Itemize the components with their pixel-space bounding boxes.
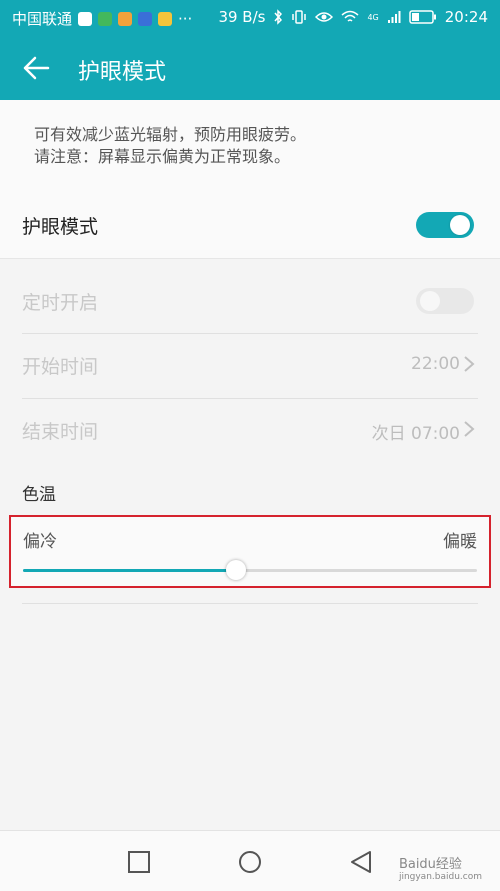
start-time-label: 开始时间 bbox=[22, 356, 99, 378]
recent-apps-icon[interactable] bbox=[126, 849, 152, 875]
notification-app-icon bbox=[118, 11, 133, 26]
carrier-name: 中国联通 bbox=[12, 10, 73, 28]
home-icon[interactable] bbox=[237, 849, 263, 875]
description-text: 可有效减少蓝光辐射，预防用眼疲劳。 请注意：屏幕显示偏黄为正常现象。 bbox=[34, 124, 306, 168]
wifi-icon bbox=[341, 10, 359, 22]
end-time-row[interactable]: 结束时间 次日 07:00 bbox=[0, 399, 500, 463]
status-bar: 中国联通 ··· 39 B/s 4G 20:24 bbox=[0, 0, 500, 36]
baidu-watermark: Baidu经验 jingyan.baidu.com bbox=[399, 853, 482, 882]
watermark-text: Baidu经验 bbox=[398, 857, 462, 872]
color-temperature-slider-track[interactable] bbox=[23, 560, 477, 580]
eye-mode-card: 可有效减少蓝光辐射，预防用眼疲劳。 请注意：屏幕显示偏黄为正常现象。 护眼模式 bbox=[0, 100, 500, 259]
navigation-bar: Baidu经验 jingyan.baidu.com bbox=[0, 830, 500, 891]
more-notifications-icon: ··· bbox=[178, 9, 193, 28]
end-time-value: 次日 07:00 bbox=[371, 424, 460, 444]
vibrate-icon bbox=[292, 10, 307, 24]
warm-label: 偏暖 bbox=[443, 532, 477, 552]
notification-app-icon bbox=[78, 11, 93, 26]
cool-label: 偏冷 bbox=[23, 532, 57, 552]
app-bar: 护眼模式 bbox=[0, 36, 500, 100]
back-arrow-icon[interactable] bbox=[22, 54, 50, 82]
bluetooth-icon bbox=[274, 9, 283, 25]
color-temperature-slider-panel: 偏冷 偏暖 bbox=[9, 515, 491, 588]
color-temperature-title: 色温 bbox=[22, 485, 56, 505]
notification-play-icon bbox=[158, 11, 173, 26]
eye-mode-toggle[interactable] bbox=[416, 212, 474, 238]
end-time-label: 结束时间 bbox=[22, 421, 99, 443]
slider-fill bbox=[23, 569, 237, 572]
description-line-2: 请注意：屏幕显示偏黄为正常现象。 bbox=[34, 147, 291, 166]
schedule-row[interactable]: 定时开启 bbox=[0, 270, 500, 334]
divider bbox=[22, 603, 478, 604]
network-speed: 39 B/s bbox=[218, 8, 266, 26]
slider-thumb[interactable] bbox=[226, 560, 247, 580]
schedule-toggle[interactable] bbox=[416, 288, 474, 314]
clock: 20:24 bbox=[444, 8, 488, 26]
page-title: 护眼模式 bbox=[78, 60, 167, 85]
notification-tv-icon bbox=[138, 11, 153, 26]
notification-video-icon bbox=[98, 11, 113, 26]
signal-label: 4G bbox=[367, 12, 379, 22]
toggle-knob bbox=[450, 215, 470, 235]
back-triangle-icon[interactable] bbox=[348, 849, 374, 875]
eye-comfort-icon bbox=[315, 12, 334, 22]
watermark-sub: jingyan.baidu.com bbox=[398, 872, 482, 882]
cellular-signal-icon bbox=[387, 11, 401, 23]
schedule-label: 定时开启 bbox=[22, 292, 99, 314]
chevron-right-icon bbox=[464, 356, 475, 372]
eye-mode-row[interactable]: 护眼模式 bbox=[0, 194, 500, 258]
chevron-right-icon bbox=[464, 421, 475, 437]
battery-icon bbox=[409, 10, 436, 24]
toggle-knob bbox=[420, 291, 440, 311]
settings-content: 可有效减少蓝光辐射，预防用眼疲劳。 请注意：屏幕显示偏黄为正常现象。 护眼模式 … bbox=[0, 100, 500, 830]
eye-mode-label: 护眼模式 bbox=[22, 216, 99, 238]
start-time-value: 22:00 bbox=[411, 354, 460, 374]
start-time-row[interactable]: 开始时间 22:00 bbox=[0, 334, 500, 398]
description-line-1: 可有效减少蓝光辐射，预防用眼疲劳。 bbox=[34, 125, 307, 144]
